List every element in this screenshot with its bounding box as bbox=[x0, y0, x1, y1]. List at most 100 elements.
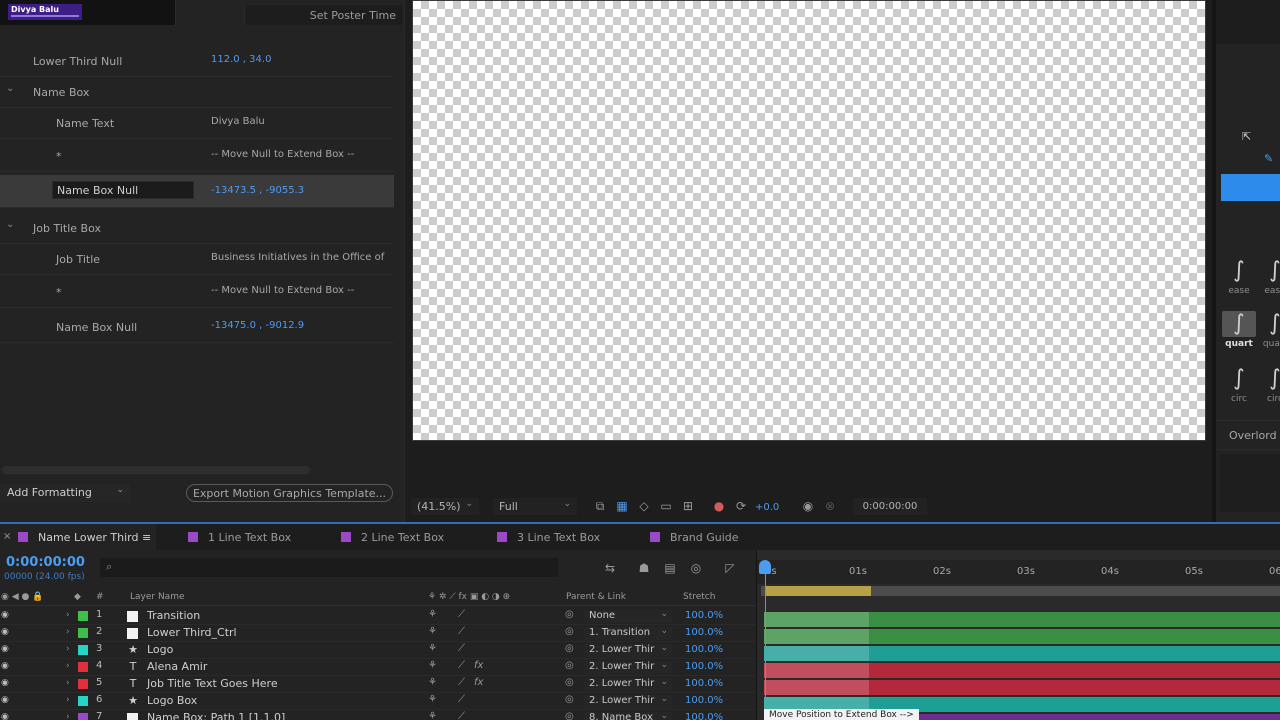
panel-menu-icon[interactable]: ≡ bbox=[142, 531, 151, 544]
layer-duration-bar[interactable] bbox=[764, 663, 1280, 678]
parent-dropdown[interactable]: 2. Lower Thir ⌄ bbox=[584, 695, 672, 708]
preset-ease[interactable]: ∫ ease bbox=[1258, 258, 1280, 296]
layer-duration-bar[interactable] bbox=[764, 629, 1280, 644]
chevron-right-icon[interactable]: › bbox=[66, 712, 70, 720]
preset-circ[interactable]: ∫ circ bbox=[1222, 366, 1256, 404]
eye-icon[interactable]: ◉ bbox=[1, 695, 9, 705]
pick-whip-icon[interactable]: ◎ bbox=[565, 711, 574, 720]
region-of-interest-icon[interactable]: ▭ bbox=[658, 499, 674, 513]
shy-switch-icon[interactable]: ⚘ bbox=[428, 677, 437, 688]
parent-dropdown[interactable]: 8. Name Box ⌄ bbox=[584, 712, 672, 720]
layer-search-input[interactable]: ⌕ bbox=[100, 558, 558, 577]
effects-switch-icon[interactable]: fx bbox=[474, 660, 483, 671]
layer-duration-bar[interactable] bbox=[764, 646, 1280, 661]
stretch-value[interactable]: 100.0% bbox=[685, 712, 723, 720]
layer-name[interactable]: Name Box: Path 1 [1.1.0] bbox=[147, 711, 285, 720]
playhead-handle[interactable] bbox=[759, 560, 771, 574]
tab-3-line-text-box[interactable]: 3 Line Text Box bbox=[497, 531, 600, 544]
overlord-panel-tab[interactable]: Overlord bbox=[1216, 420, 1280, 450]
stretch-value[interactable]: 100.0% bbox=[685, 695, 723, 706]
layer-row[interactable]: ◉ › 5 T Job Title Text Goes Here ⚘ ⟋ fx ◎ 2. Lowe… bbox=[0, 676, 756, 693]
preset-quart[interactable]: ∫ quart bbox=[1222, 311, 1256, 349]
layer-row[interactable]: ◉ › 7 Name Box: Path 1 [1.1.0] ⚘ ⟋ ◎ 8. Name Bo… bbox=[0, 710, 756, 720]
stretch-value[interactable]: 100.0% bbox=[685, 661, 723, 672]
quality-switch-icon[interactable]: ⟋ bbox=[458, 626, 465, 637]
quality-switch-icon[interactable]: ⟋ bbox=[458, 694, 465, 705]
eg-row-value[interactable]: Business Initiatives in the Office of th… bbox=[211, 252, 387, 263]
preset-ease[interactable]: ∫ ease bbox=[1222, 258, 1256, 296]
chevron-right-icon[interactable]: › bbox=[66, 678, 70, 688]
exposure-value[interactable]: +0.0 bbox=[755, 502, 779, 513]
curve-preview[interactable] bbox=[1221, 174, 1280, 201]
frame-blending-icon[interactable]: ▤ bbox=[662, 561, 678, 575]
magnification-dropdown[interactable]: (41.5%) ⌄ bbox=[411, 498, 479, 515]
pick-whip-icon[interactable]: ◎ bbox=[565, 677, 574, 688]
parent-dropdown[interactable]: None ⌄ bbox=[584, 610, 672, 623]
layer-name-column[interactable]: Layer Name bbox=[130, 592, 185, 602]
tab-name-lower-third[interactable]: Name Lower Third bbox=[18, 531, 138, 544]
quality-switch-icon[interactable]: ⟋ bbox=[458, 711, 465, 720]
resolution-dropdown[interactable]: Full ⌄ bbox=[493, 498, 577, 515]
eye-icon[interactable]: ◉ bbox=[1, 712, 9, 720]
stretch-value[interactable]: 100.0% bbox=[685, 644, 723, 655]
chevron-right-icon[interactable]: › bbox=[66, 627, 70, 637]
label-color-swatch[interactable] bbox=[78, 611, 88, 621]
horizontal-scrollbar[interactable] bbox=[2, 466, 310, 474]
show-snapshot-icon[interactable]: ⊗ bbox=[822, 499, 838, 513]
composition-canvas[interactable] bbox=[412, 0, 1206, 441]
shy-switch-icon[interactable]: ⚘ bbox=[428, 609, 437, 620]
layer-duration-bar[interactable] bbox=[764, 612, 1280, 627]
stretch-value[interactable]: 100.0% bbox=[685, 610, 723, 621]
snapshot-camera-icon[interactable]: ◉ bbox=[800, 499, 816, 513]
channel-icon[interactable]: ● bbox=[711, 499, 727, 513]
layer-name[interactable]: Logo bbox=[147, 643, 173, 656]
eg-row-name-box-null[interactable]: Name Box Null -13473.5 , -9055.3 bbox=[0, 175, 394, 208]
eg-group-name-box[interactable]: ⌄ Name Box bbox=[0, 75, 394, 108]
shy-switch-icon[interactable]: ⚘ bbox=[428, 643, 437, 654]
shy-switch-icon[interactable]: ⚘ bbox=[428, 694, 437, 705]
export-motion-graphics-template-button[interactable]: Export Motion Graphics Template... bbox=[186, 484, 393, 502]
eye-icon[interactable]: ◉ bbox=[1, 644, 9, 654]
label-color-swatch[interactable] bbox=[78, 662, 88, 672]
stretch-value[interactable]: 100.0% bbox=[685, 627, 723, 638]
layer-row[interactable]: ◉ › 4 T Alena Amir ⚘ ⟋ fx ◎ 2. Lower Thir ⌄ 100.0% bbox=[0, 659, 756, 676]
chevron-right-icon[interactable]: › bbox=[66, 610, 70, 620]
pick-whip-icon[interactable]: ◎ bbox=[565, 643, 574, 654]
label-color-swatch[interactable] bbox=[78, 645, 88, 655]
quality-switch-icon[interactable]: ⟋ bbox=[458, 609, 465, 620]
label-color-swatch[interactable] bbox=[78, 696, 88, 706]
open-external-icon[interactable]: ⇱ bbox=[1242, 130, 1251, 143]
chevron-right-icon[interactable]: › bbox=[66, 661, 70, 671]
eye-icon[interactable]: ◉ bbox=[1, 678, 9, 688]
quality-switch-icon[interactable]: ⟋ bbox=[458, 660, 465, 671]
label-color-swatch[interactable] bbox=[78, 713, 88, 720]
label-color-swatch[interactable] bbox=[78, 628, 88, 638]
eg-row-value[interactable]: 112.0 , 34.0 bbox=[211, 54, 387, 65]
label-color-swatch[interactable] bbox=[78, 679, 88, 689]
timeline-graph[interactable]: 0s01s02s03s04s05s06s bbox=[756, 550, 1280, 720]
layer-duration-bar[interactable] bbox=[764, 680, 1280, 695]
eye-icon[interactable]: ◉ bbox=[1, 627, 9, 637]
chevron-down-icon[interactable]: ⌄ bbox=[6, 83, 14, 94]
layer-name[interactable]: Lower Third_Ctrl bbox=[147, 626, 237, 639]
current-time-display[interactable]: 0:00:00:00 bbox=[6, 555, 85, 570]
parent-dropdown[interactable]: 2. Lower Thir ⌄ bbox=[584, 678, 672, 691]
layer-row[interactable]: ◉ › 6 ★ Logo Box ⚘ ⟋ ◎ 2. Lower Thir ⌄ 100.0% bbox=[0, 693, 756, 710]
close-icon[interactable]: × bbox=[3, 531, 11, 542]
layer-name[interactable]: Logo Box bbox=[147, 694, 197, 707]
shy-switch-icon[interactable]: ⚘ bbox=[428, 626, 437, 637]
transparency-grid-icon[interactable]: ▦ bbox=[614, 499, 630, 513]
parent-dropdown[interactable]: 1. Transition ⌄ bbox=[584, 627, 672, 640]
comp-marker-label[interactable]: Move Position to Extend Box --> bbox=[764, 709, 919, 720]
layer-name[interactable]: Transition bbox=[147, 609, 200, 622]
work-area-range[interactable] bbox=[765, 586, 871, 596]
eg-row-value[interactable]: -13475.0 , -9012.9 bbox=[211, 320, 387, 331]
name-box-null-label-field[interactable]: Name Box Null bbox=[52, 181, 194, 199]
layer-name[interactable]: Alena Amir bbox=[147, 660, 207, 673]
motion-blur-icon[interactable]: ◎ bbox=[688, 561, 704, 575]
composition-mini-flowchart-icon[interactable]: ⇆ bbox=[602, 561, 618, 575]
chevron-down-icon[interactable]: ⌄ bbox=[6, 219, 14, 230]
stretch-value[interactable]: 100.0% bbox=[685, 678, 723, 689]
quality-switch-icon[interactable]: ⟋ bbox=[458, 643, 465, 654]
keyframe-icon[interactable]: ✎ bbox=[1264, 152, 1273, 165]
